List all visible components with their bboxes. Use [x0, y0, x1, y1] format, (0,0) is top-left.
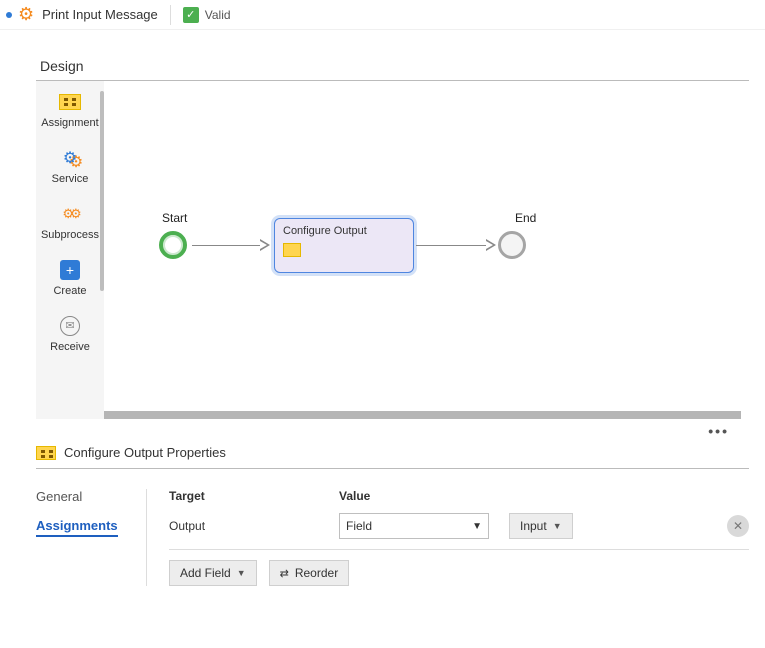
create-icon: +: [60, 260, 80, 280]
palette-item-create[interactable]: + Create: [40, 259, 100, 297]
subprocess-icon: [56, 203, 84, 225]
arrow-icon: [486, 239, 496, 251]
button-label: Reorder: [295, 566, 338, 580]
receive-icon: [60, 316, 80, 336]
add-field-button[interactable]: Add Field ▼: [169, 560, 257, 586]
assignment-icon: [36, 446, 56, 460]
palette: Assignment Service Subprocess + Create R…: [36, 81, 104, 419]
select-value: Field: [346, 519, 372, 533]
palette-item-subprocess[interactable]: Subprocess: [40, 203, 100, 241]
start-node-label: Start: [162, 211, 187, 225]
end-node-label: End: [515, 211, 536, 225]
assignment-icon: [59, 94, 81, 110]
modified-indicator-icon: [6, 12, 12, 18]
column-header-target: Target: [169, 489, 319, 503]
document-title: Print Input Message: [42, 7, 158, 22]
task-node-configure-output[interactable]: Configure Output: [274, 218, 414, 273]
canvas-horizontal-scrollbar[interactable]: [104, 411, 741, 419]
palette-item-label: Assignment: [41, 117, 98, 129]
panel-resize-handle[interactable]: •••: [0, 419, 765, 441]
reorder-icon: [280, 566, 289, 580]
design-panel-title: Design: [36, 54, 749, 81]
tab-assignments[interactable]: Assignments: [36, 518, 118, 537]
assignment-row: Output Field ▼ Input ▼ ✕: [169, 513, 749, 539]
start-node[interactable]: [159, 231, 187, 259]
validation-label: Valid: [205, 8, 231, 22]
topbar: ⚙ Print Input Message ✓ Valid: [0, 0, 765, 30]
process-gears-icon: ⚙: [18, 4, 34, 25]
chevron-down-icon: ▼: [472, 521, 482, 532]
service-icon: [56, 147, 84, 169]
palette-item-label: Create: [53, 285, 86, 297]
palette-item-receive[interactable]: Receive: [40, 315, 100, 353]
reorder-button[interactable]: Reorder: [269, 560, 350, 586]
remove-row-button[interactable]: ✕: [727, 515, 749, 537]
properties-tabs: General Assignments: [36, 489, 146, 586]
task-node-label: Configure Output: [283, 225, 405, 237]
properties-panel: Configure Output Properties General Assi…: [36, 441, 749, 586]
value-type-select[interactable]: Field ▼: [339, 513, 489, 539]
palette-item-service[interactable]: Service: [40, 147, 100, 185]
button-label: Input: [520, 519, 547, 533]
assignments-form: Target Value Output Field ▼ Input ▼: [146, 489, 749, 586]
validation-status: ✓ Valid: [183, 7, 231, 23]
form-divider: [169, 549, 749, 550]
assignment-icon: [283, 243, 299, 255]
tab-general[interactable]: General: [36, 489, 146, 504]
arrow-icon: [260, 239, 270, 251]
flow-connector[interactable]: [192, 245, 262, 246]
palette-item-label: Receive: [50, 341, 90, 353]
button-label: Add Field: [180, 566, 231, 580]
checkmark-icon: ✓: [183, 7, 199, 23]
palette-item-label: Subprocess: [41, 229, 99, 241]
topbar-divider: [170, 5, 171, 25]
end-node[interactable]: [498, 231, 526, 259]
chevron-down-icon: ▼: [237, 568, 246, 578]
close-icon: ✕: [733, 519, 743, 533]
column-header-value: Value: [339, 489, 499, 503]
palette-item-label: Service: [52, 173, 89, 185]
palette-item-assignment[interactable]: Assignment: [40, 91, 100, 129]
design-canvas[interactable]: Start End Configure Output: [104, 81, 749, 419]
value-source-button[interactable]: Input ▼: [509, 513, 573, 539]
design-panel: Design Assignment Service Subprocess: [36, 54, 749, 419]
chevron-down-icon: ▼: [553, 521, 562, 531]
properties-title: Configure Output Properties: [64, 445, 226, 460]
target-label: Output: [169, 519, 319, 533]
flow-connector[interactable]: [416, 245, 488, 246]
